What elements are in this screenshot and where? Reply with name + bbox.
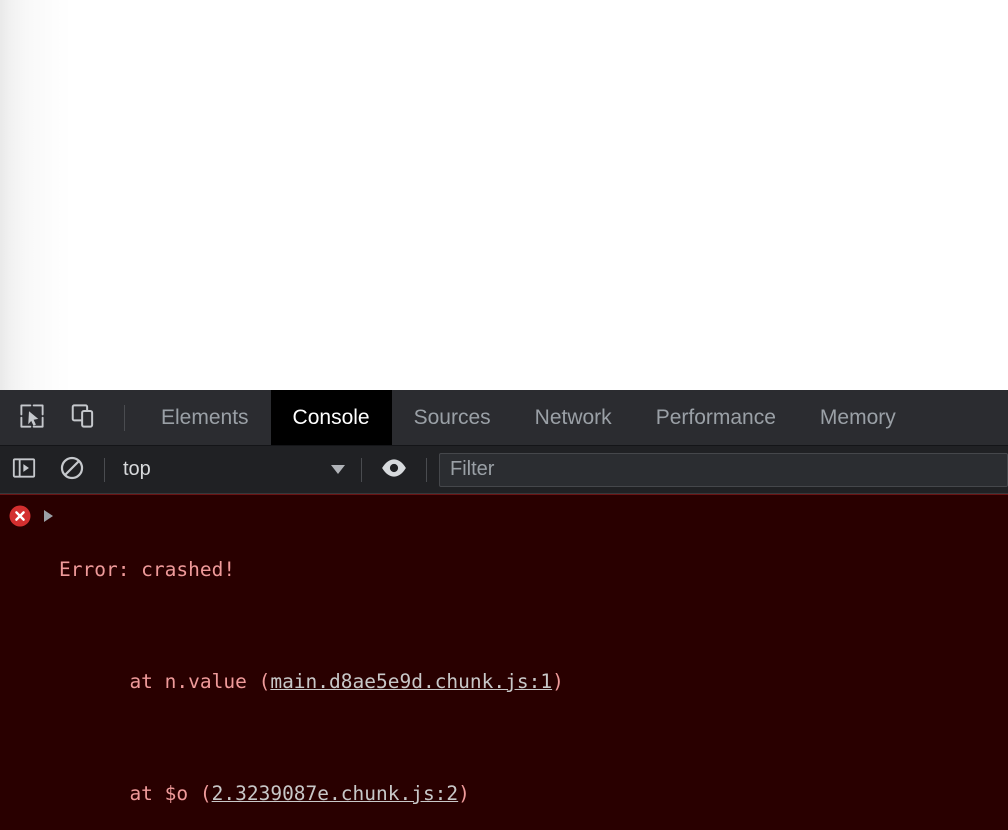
tab-elements[interactable]: Elements	[139, 390, 271, 445]
toolbar-divider-3	[426, 457, 427, 482]
stack-frame-tail: )	[552, 670, 564, 693]
live-expression-button[interactable]	[370, 446, 418, 494]
filter-input[interactable]	[439, 452, 1008, 487]
page-left-edge-shadow	[0, 0, 72, 390]
console-sidebar-toggle-button[interactable]	[0, 446, 48, 494]
console-sidebar-icon	[11, 455, 37, 484]
device-toolbar-button[interactable]	[58, 390, 110, 445]
toolbar-divider-1	[104, 457, 105, 482]
toolbar-divider-2	[361, 457, 362, 482]
live-expression-eye-icon	[380, 454, 408, 485]
tab-label: Console	[292, 405, 370, 429]
tab-label: Memory	[819, 405, 896, 429]
console-error-text: Error: crashed! at n.value (main.d8ae5e9…	[58, 500, 1008, 830]
stack-frame-source-link[interactable]: 2.3239087e.chunk.js:2	[212, 782, 459, 805]
devtools-screen: Elements Console Sources Network Perform…	[0, 0, 1008, 830]
clear-console-icon	[58, 454, 86, 485]
execution-context-selector[interactable]: top	[113, 453, 353, 487]
tab-network[interactable]: Network	[513, 390, 634, 445]
device-toolbar-icon	[69, 401, 99, 434]
devtools-tab-list: Elements Console Sources Network Perform…	[139, 390, 1008, 445]
tab-label: Elements	[161, 405, 249, 429]
tab-performance[interactable]: Performance	[634, 390, 798, 445]
tab-label: Performance	[655, 405, 776, 429]
tabbar-divider	[124, 404, 125, 431]
page-viewport	[0, 0, 1008, 390]
console-error-message[interactable]: Error: crashed! at n.value (main.d8ae5e9…	[0, 494, 1008, 830]
chevron-down-icon	[331, 465, 345, 474]
error-title: Error: crashed!	[59, 558, 236, 581]
triangle-right-icon[interactable]	[44, 510, 58, 522]
console-toolbar: top	[0, 446, 1008, 494]
execution-context-label: top	[123, 458, 151, 480]
stack-frame-fn: at n.value (	[129, 670, 271, 693]
stack-frame: at n.value (main.d8ae5e9d.chunk.js:1)	[59, 668, 1002, 696]
stack-frame-tail: )	[458, 782, 470, 805]
clear-console-button[interactable]	[48, 446, 96, 494]
tab-memory[interactable]: Memory	[798, 390, 918, 445]
inspect-element-icon	[17, 401, 47, 434]
stack-frame: at $o (2.3239087e.chunk.js:2)	[59, 780, 1002, 808]
tab-label: Sources	[413, 405, 491, 429]
console-error-header: Error: crashed! at n.value (main.d8ae5e9…	[0, 495, 1008, 830]
devtools-tabbar: Elements Console Sources Network Perform…	[0, 390, 1008, 446]
tab-console[interactable]: Console	[270, 390, 392, 445]
stack-frame-fn: at $o (	[129, 782, 212, 805]
devtools-panel: Elements Console Sources Network Perform…	[0, 390, 1008, 830]
stack-frame-source-link[interactable]: main.d8ae5e9d.chunk.js:1	[270, 670, 552, 693]
inspect-element-button[interactable]	[6, 390, 58, 445]
tab-label: Network	[534, 405, 612, 429]
tab-sources[interactable]: Sources	[392, 390, 513, 445]
error-circle-icon	[8, 504, 32, 528]
console-message-list: Error: crashed! at n.value (main.d8ae5e9…	[0, 494, 1008, 830]
